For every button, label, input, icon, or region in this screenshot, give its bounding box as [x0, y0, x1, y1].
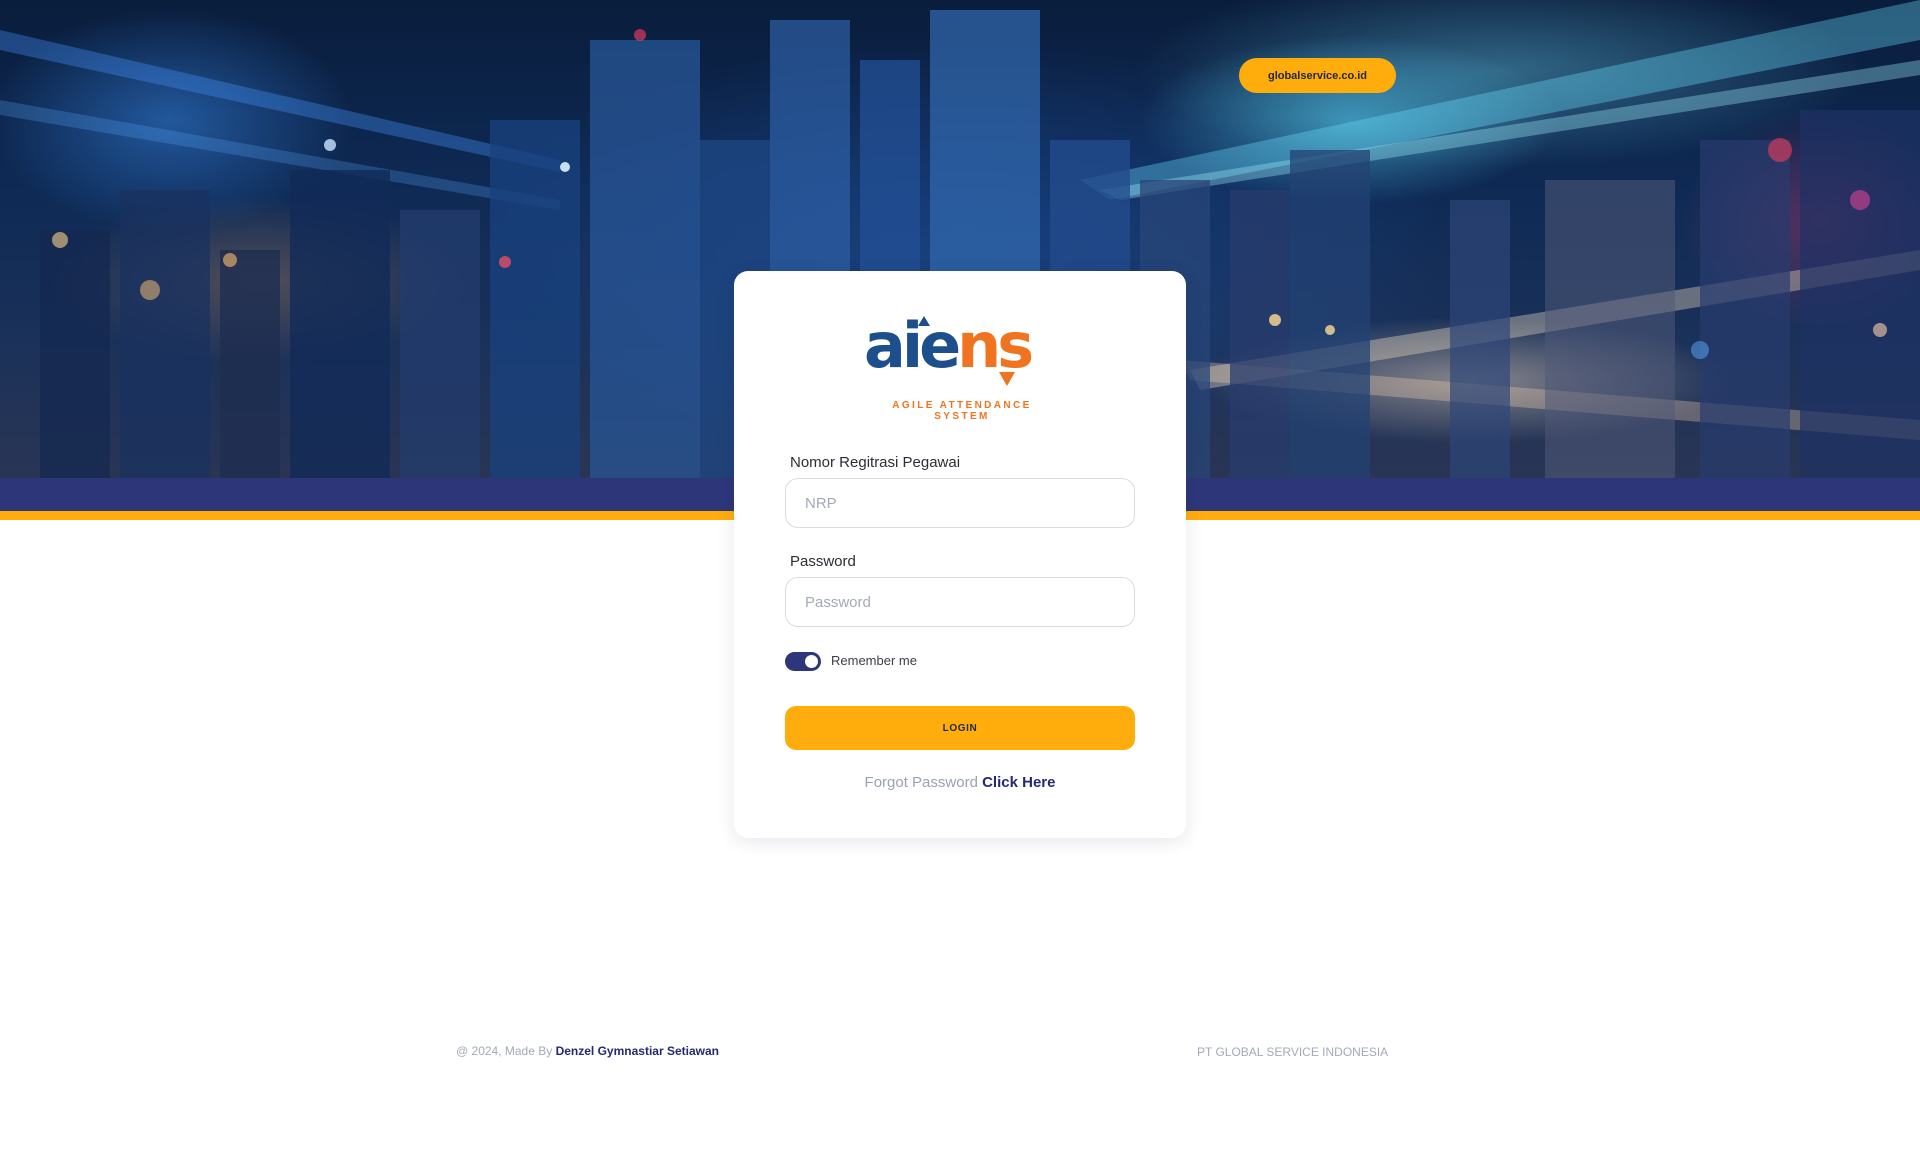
footer-credit: @ 2024, Made By Denzel Gymnastiar Setiaw…	[456, 1044, 719, 1058]
brand-tagline: AGILE ATTENDANCE SYSTEM	[892, 400, 1032, 422]
remember-me-label: Remember me	[831, 653, 917, 668]
logo-part-2: ns	[957, 309, 1034, 382]
forgot-password-link[interactable]: Click Here	[982, 774, 1055, 791]
footer-credit-prefix: @ 2024, Made By	[456, 1044, 553, 1058]
nrp-input[interactable]	[785, 478, 1135, 528]
toggle-knob	[805, 655, 818, 668]
logo-part-1: aie	[864, 309, 961, 382]
forgot-password-row: Forgot Password Click Here	[734, 774, 1186, 791]
footer-company: PT GLOBAL SERVICE INDONESIA	[1197, 1045, 1389, 1059]
forgot-password-text: Forgot Password	[864, 774, 978, 791]
logo-down-arrow-icon	[999, 372, 1015, 386]
logo-wordmark: aiens	[864, 313, 1034, 379]
site-link-button[interactable]: globalservice.co.id	[1239, 58, 1396, 93]
logo-up-triangle-icon	[918, 316, 930, 326]
remember-me-toggle[interactable]	[785, 652, 821, 671]
footer-author-link[interactable]: Denzel Gymnastiar Setiawan	[556, 1044, 719, 1058]
login-page: globalservice.co.id aiens AGILE ATTENDAN…	[0, 0, 1920, 1153]
password-label: Password	[790, 553, 856, 570]
login-button[interactable]: LOGIN	[785, 706, 1135, 750]
nrp-label: Nomor Regitrasi Pegawai	[790, 454, 961, 471]
login-card: aiens AGILE ATTENDANCE SYSTEM Nomor Regi…	[734, 271, 1186, 838]
password-input[interactable]	[785, 577, 1135, 627]
brand-logo: aiens	[864, 313, 1059, 393]
